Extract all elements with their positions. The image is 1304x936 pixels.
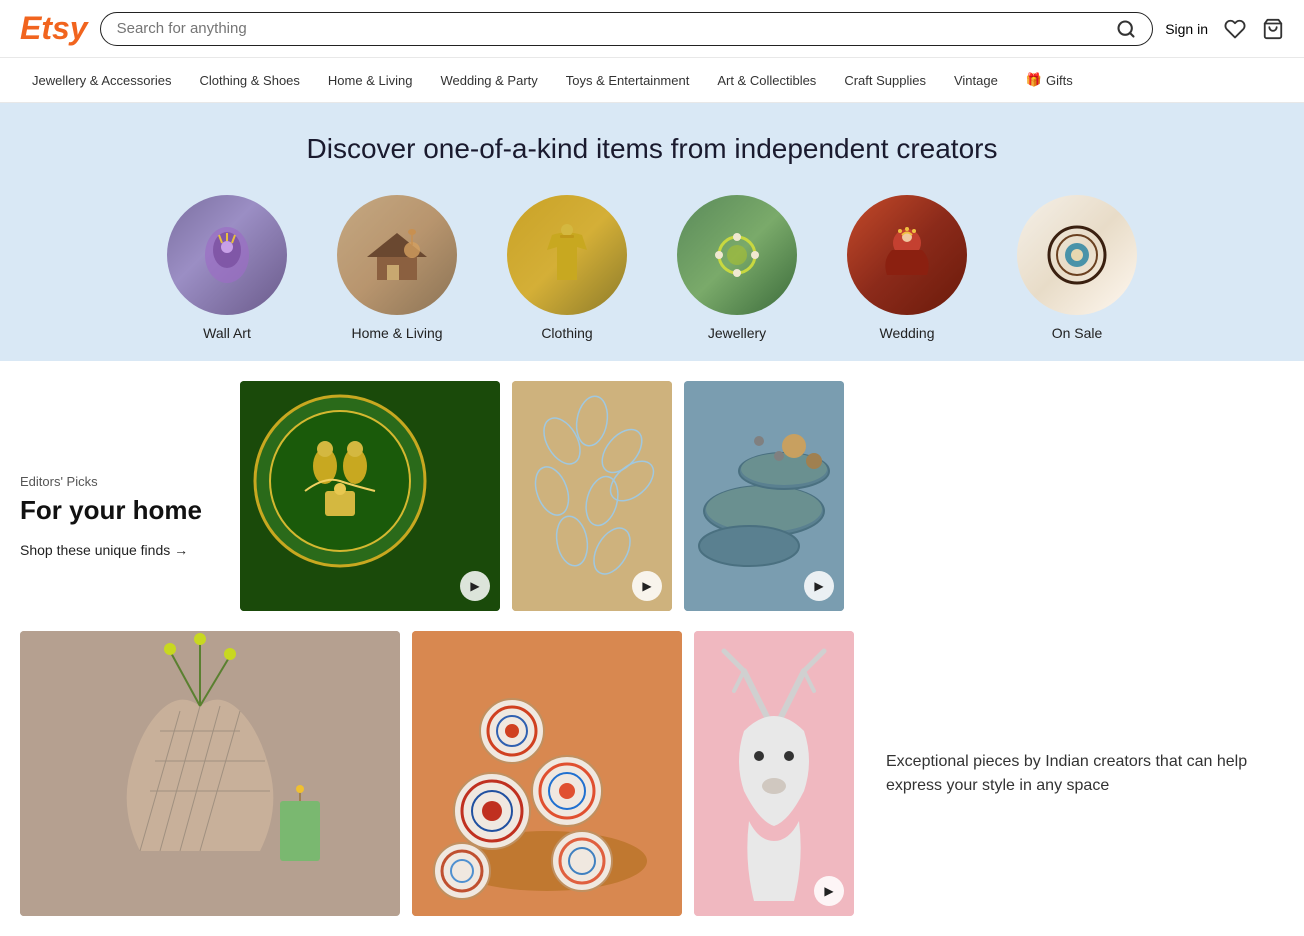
bowls-art xyxy=(412,631,682,916)
heart-icon xyxy=(1224,18,1246,40)
category-label-wall-art: Wall Art xyxy=(203,325,251,341)
product-card-vase[interactable] xyxy=(20,631,400,916)
vase-art xyxy=(20,631,400,916)
editors-grid: ▶ ▶ xyxy=(240,381,1284,611)
search-input[interactable] xyxy=(117,20,1109,37)
product-card-deer[interactable]: ▶ xyxy=(694,631,854,916)
category-label-wedding: Wedding xyxy=(879,325,934,341)
onsale-illustration xyxy=(1037,215,1117,295)
deer-art xyxy=(694,631,854,916)
bag-button[interactable] xyxy=(1262,18,1284,40)
category-home-living[interactable]: Home & Living xyxy=(337,195,457,341)
play-button-pichwai[interactable]: ▶ xyxy=(460,571,490,601)
category-jewellery[interactable]: Jewellery xyxy=(677,195,797,341)
editors-sidebar: Editors' Picks For your home Shop these … xyxy=(20,381,220,611)
hero-banner: Discover one-of-a-kind items from indepe… xyxy=(0,103,1304,361)
nav-item-jewellery[interactable]: Jewellery & Accessories xyxy=(20,67,183,94)
play-button-deer[interactable]: ▶ xyxy=(814,876,844,906)
nav-item-craft[interactable]: Craft Supplies xyxy=(832,67,938,94)
bottom-description: Exceptional pieces by Indian creators th… xyxy=(886,750,1264,798)
bottom-section: ▶ Exceptional pieces by Indian creators … xyxy=(20,631,1284,916)
header: Etsy Sign in xyxy=(0,0,1304,58)
wedding-illustration xyxy=(867,215,947,295)
editors-tag: Editors' Picks xyxy=(20,474,220,489)
pichwai-art xyxy=(240,381,500,611)
bottom-text-block: Exceptional pieces by Indian creators th… xyxy=(866,631,1284,916)
category-circle-wall-art xyxy=(167,195,287,315)
favorites-button[interactable] xyxy=(1224,18,1246,40)
search-button[interactable] xyxy=(1116,19,1136,39)
category-wall-art[interactable]: Wall Art xyxy=(167,195,287,341)
nav-item-gifts[interactable]: 🎁 Gifts xyxy=(1014,66,1085,94)
hero-title: Discover one-of-a-kind items from indepe… xyxy=(20,133,1284,165)
wall-art-illustration xyxy=(197,225,257,285)
jewellery-illustration xyxy=(697,215,777,295)
category-label-clothing: Clothing xyxy=(541,325,592,341)
category-clothing[interactable]: Clothing xyxy=(507,195,627,341)
sign-in-button[interactable]: Sign in xyxy=(1165,21,1208,37)
editors-title: For your home xyxy=(20,495,220,526)
gift-icon: 🎁 xyxy=(1026,72,1042,88)
product-card-bowls[interactable] xyxy=(412,631,682,916)
search-bar xyxy=(100,12,1154,46)
category-circle-home xyxy=(337,195,457,315)
editors-section: Editors' Picks For your home Shop these … xyxy=(20,381,1284,611)
product-card-floral[interactable]: ▶ xyxy=(512,381,672,611)
product-card-trays[interactable]: ▶ xyxy=(684,381,844,611)
category-label-home: Home & Living xyxy=(351,325,442,341)
category-circle-clothing xyxy=(507,195,627,315)
category-circle-onsale xyxy=(1017,195,1137,315)
category-circle-wedding xyxy=(847,195,967,315)
header-actions: Sign in xyxy=(1165,18,1284,40)
home-illustration xyxy=(357,215,437,295)
main-nav: Jewellery & Accessories Clothing & Shoes… xyxy=(0,58,1304,103)
nav-item-home[interactable]: Home & Living xyxy=(316,67,425,94)
nav-item-wedding[interactable]: Wedding & Party xyxy=(428,67,549,94)
category-circles: Wall Art Home & Living xyxy=(20,195,1284,341)
nav-item-vintage[interactable]: Vintage xyxy=(942,67,1010,94)
shop-link[interactable]: Shop these unique finds → xyxy=(20,542,220,558)
play-button-trays[interactable]: ▶ xyxy=(804,571,834,601)
nav-item-art[interactable]: Art & Collectibles xyxy=(705,67,828,94)
category-on-sale[interactable]: On Sale xyxy=(1017,195,1137,341)
play-button-floral[interactable]: ▶ xyxy=(632,571,662,601)
clothing-illustration xyxy=(527,215,607,295)
category-circle-jewellery xyxy=(677,195,797,315)
search-icon xyxy=(1116,19,1136,39)
etsy-logo[interactable]: Etsy xyxy=(20,10,88,47)
bag-icon xyxy=(1262,18,1284,40)
product-card-pichwai[interactable]: ▶ xyxy=(240,381,500,611)
category-wedding[interactable]: Wedding xyxy=(847,195,967,341)
category-label-onsale: On Sale xyxy=(1052,325,1103,341)
nav-item-toys[interactable]: Toys & Entertainment xyxy=(554,67,702,94)
main-content: Editors' Picks For your home Shop these … xyxy=(0,361,1304,936)
category-label-jewellery: Jewellery xyxy=(708,325,766,341)
nav-item-clothing[interactable]: Clothing & Shoes xyxy=(187,67,311,94)
